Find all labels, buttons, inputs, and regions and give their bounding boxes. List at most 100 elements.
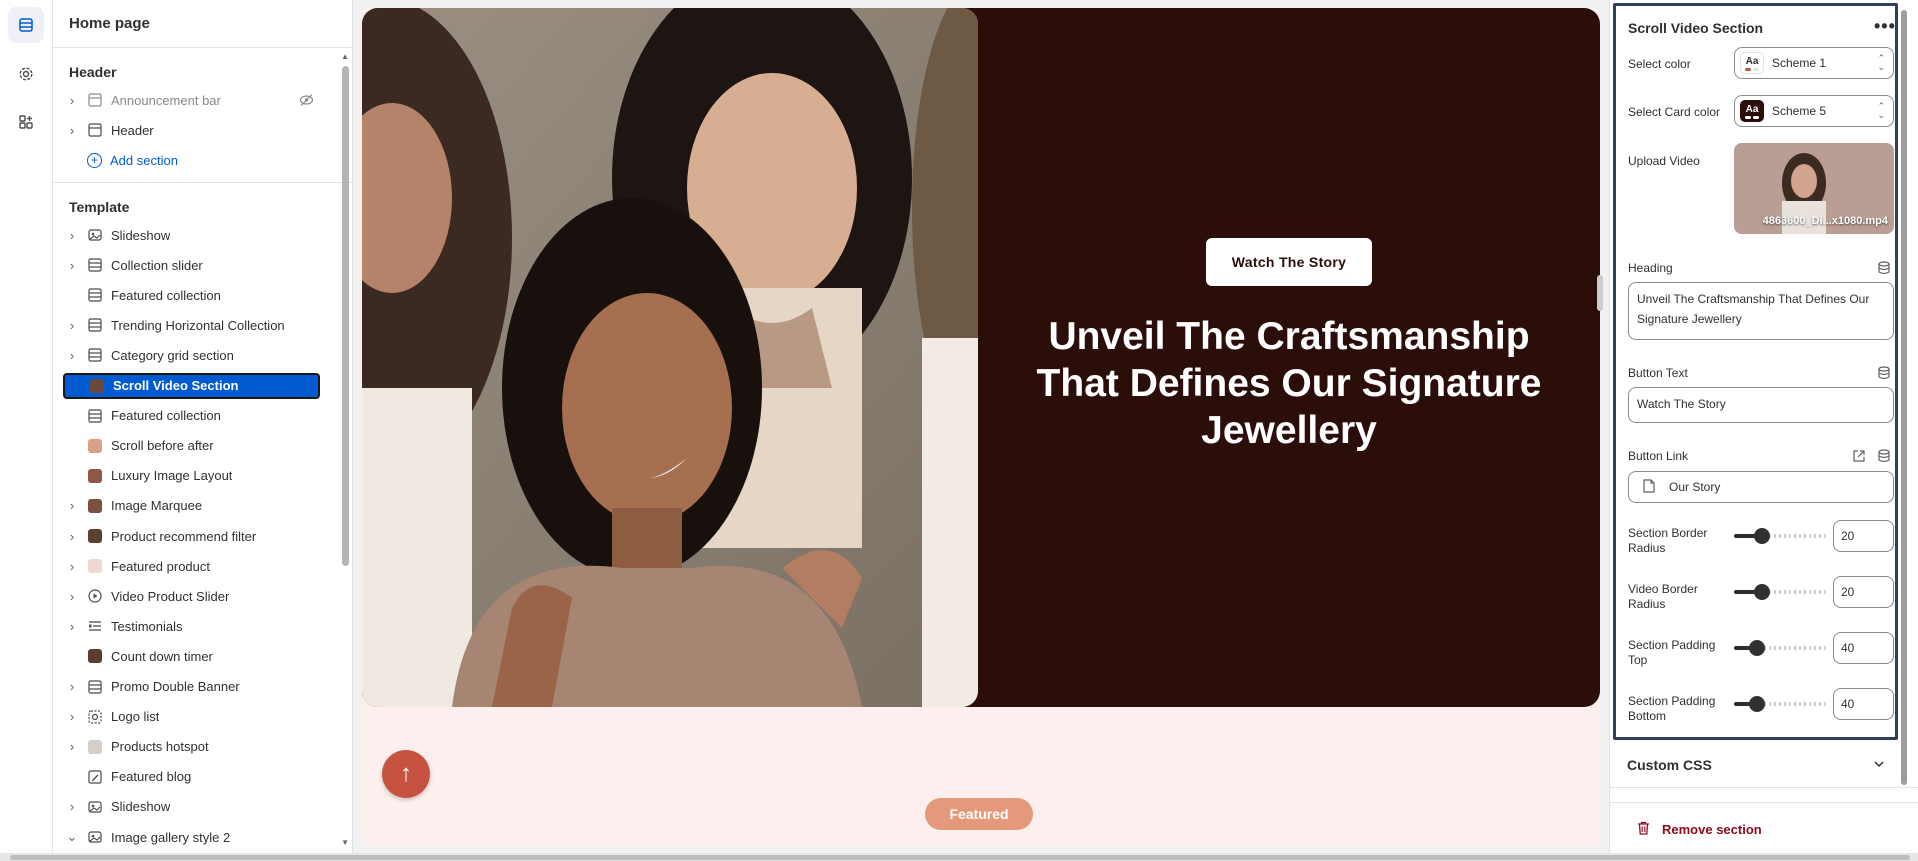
scheme-swatch: Aa bbox=[1740, 52, 1764, 74]
dynamic-source-icon[interactable] bbox=[1877, 449, 1891, 463]
custom-css-toggle[interactable]: Custom CSS bbox=[1627, 757, 1712, 773]
section-icon bbox=[87, 347, 103, 363]
chevron-right-icon[interactable]: › bbox=[63, 619, 81, 634]
chevron-right-icon[interactable]: › bbox=[63, 799, 81, 814]
apps-icon[interactable] bbox=[8, 104, 44, 140]
section-icon bbox=[87, 92, 103, 108]
gear-icon[interactable] bbox=[8, 56, 44, 92]
settings-panel: Scroll Video Section ••• Select color Aa… bbox=[1609, 0, 1918, 853]
button-link-input[interactable]: Our Story bbox=[1628, 471, 1894, 503]
template-section-item[interactable]: Scroll Video Section bbox=[63, 372, 320, 399]
settings-scrollbar[interactable] bbox=[1901, 10, 1907, 785]
scroll-up-icon[interactable]: ▲ bbox=[341, 52, 349, 61]
template-section-item[interactable]: › Video Product Slider bbox=[63, 583, 320, 609]
watch-story-button[interactable]: Watch The Story bbox=[1206, 238, 1372, 286]
template-section-item[interactable]: › Testimonials bbox=[63, 613, 320, 639]
slider-knob[interactable] bbox=[1753, 584, 1770, 600]
slider-knob[interactable] bbox=[1749, 640, 1765, 656]
preview-scroll-handle[interactable] bbox=[1597, 275, 1603, 311]
chevron-right-icon[interactable]: › bbox=[63, 498, 81, 513]
chevron-right-icon[interactable]: › bbox=[63, 123, 81, 138]
section-item-label: Slideshow bbox=[111, 227, 171, 243]
template-section-item[interactable]: › Slideshow bbox=[63, 222, 320, 248]
chevron-right-icon[interactable]: › bbox=[63, 589, 81, 604]
slider-number-input[interactable]: 20 bbox=[1833, 576, 1894, 608]
scroll-down-icon[interactable]: ▼ bbox=[341, 838, 349, 847]
divider bbox=[1610, 787, 1918, 788]
section-item-label: Logo list bbox=[111, 709, 160, 725]
eye-hidden-icon[interactable] bbox=[299, 93, 314, 110]
slider-knob[interactable] bbox=[1749, 696, 1765, 712]
scroll-top-button[interactable]: ↑ bbox=[382, 750, 430, 798]
chevron-right-icon[interactable]: › bbox=[63, 739, 81, 754]
chevron-right-icon[interactable]: › bbox=[63, 228, 81, 243]
theme-editor: Home page Header › Announcement bar › He… bbox=[0, 0, 1918, 861]
template-section-item[interactable]: › Category grid section bbox=[63, 342, 320, 368]
slider-label: Section Border Radius bbox=[1628, 526, 1708, 555]
slider-number-input[interactable]: 40 bbox=[1833, 688, 1894, 720]
template-section-item[interactable]: › Trending Horizontal Collection bbox=[63, 312, 320, 338]
chevron-right-icon[interactable]: › bbox=[63, 679, 81, 694]
slider-label: Video Border Radius bbox=[1628, 582, 1698, 611]
slider-number-input[interactable]: 40 bbox=[1833, 632, 1894, 664]
template-section-item[interactable]: › Products hotspot bbox=[63, 734, 320, 760]
chevron-right-icon[interactable]: › bbox=[63, 529, 81, 544]
remove-section-button[interactable]: Remove section bbox=[1637, 821, 1762, 838]
sections-scrollbar[interactable] bbox=[342, 66, 349, 566]
template-section-item[interactable]: › Product recommend filter bbox=[63, 523, 320, 549]
template-section-item[interactable]: Featured collection bbox=[63, 282, 320, 308]
template-section-item[interactable]: Count down timer bbox=[63, 643, 320, 669]
dynamic-source-icon[interactable] bbox=[1877, 261, 1891, 275]
button-link-label: Button Link bbox=[1628, 449, 1689, 463]
card-color-scheme-select[interactable]: Aa Scheme 5 ⌃ ⌄ bbox=[1734, 95, 1894, 127]
chevron-down-icon[interactable] bbox=[1872, 757, 1886, 776]
more-options-icon[interactable]: ••• bbox=[1874, 16, 1896, 37]
slider-knob[interactable] bbox=[1753, 528, 1770, 544]
play-circle-icon bbox=[87, 588, 103, 604]
template-section-item[interactable]: ⌄ Image gallery style 2 bbox=[63, 824, 320, 850]
template-section-item[interactable]: Featured blog bbox=[63, 764, 320, 790]
link-value: Our Story bbox=[1669, 480, 1721, 494]
template-section-item[interactable]: › Slideshow bbox=[63, 794, 320, 820]
heading-input[interactable]: Unveil The Craftsmanship That Defines Ou… bbox=[1628, 282, 1894, 340]
template-section-item[interactable]: Featured collection bbox=[63, 403, 320, 429]
template-section-item[interactable]: › Image Marquee bbox=[63, 493, 320, 519]
page-title: Home page bbox=[69, 15, 150, 32]
sections-icon[interactable] bbox=[8, 7, 44, 43]
group-title-template: Template bbox=[69, 199, 130, 215]
section-item-label: Featured collection bbox=[111, 408, 221, 424]
section-item-header[interactable]: › Header bbox=[63, 117, 320, 143]
template-section-item[interactable]: › Featured product bbox=[63, 553, 320, 579]
video-thumbnail[interactable]: 4863600_Di...x1080.mp4 bbox=[1734, 143, 1894, 234]
button-text-input[interactable]: Watch The Story bbox=[1628, 387, 1894, 423]
template-section-item[interactable]: › Collection slider bbox=[63, 252, 320, 278]
section-item-label: Scroll before after bbox=[111, 438, 214, 454]
chevron-right-icon[interactable]: › bbox=[63, 93, 81, 108]
section-item-announcement-bar[interactable]: › Announcement bar bbox=[63, 87, 320, 113]
chevron-right-icon[interactable]: › bbox=[63, 709, 81, 724]
chevron-right-icon[interactable]: › bbox=[63, 559, 81, 574]
section-thumbnail-icon bbox=[87, 468, 103, 484]
select-value: Scheme 1 bbox=[1772, 56, 1827, 70]
section-item-label: Count down timer bbox=[111, 648, 213, 664]
template-section-item[interactable]: Luxury Image Layout bbox=[63, 463, 320, 489]
external-link-icon[interactable] bbox=[1852, 449, 1866, 468]
section-item-label: Collection slider bbox=[111, 257, 203, 273]
chevron-right-icon[interactable]: › bbox=[63, 318, 81, 333]
chevron-right-icon[interactable]: › bbox=[63, 348, 81, 363]
range-slider[interactable] bbox=[1734, 640, 1826, 656]
range-slider[interactable] bbox=[1734, 584, 1826, 600]
chevron-right-icon[interactable]: › bbox=[63, 258, 81, 273]
dynamic-source-icon[interactable] bbox=[1877, 366, 1891, 380]
template-section-item[interactable]: › Logo list bbox=[63, 704, 320, 730]
horizontal-scrollbar[interactable] bbox=[10, 855, 1910, 860]
template-section-item[interactable]: Scroll before after bbox=[63, 433, 320, 459]
template-section-item[interactable]: › Promo Double Banner bbox=[63, 674, 320, 700]
range-slider[interactable] bbox=[1734, 696, 1826, 712]
add-section-button[interactable]: + Add section bbox=[87, 148, 178, 172]
slider-number-input[interactable]: 20 bbox=[1833, 520, 1894, 552]
chevron-down-icon[interactable]: ⌄ bbox=[63, 829, 81, 845]
add-section-label: Add section bbox=[110, 152, 178, 168]
color-scheme-select[interactable]: Aa Scheme 1 ⌃ ⌄ bbox=[1734, 47, 1894, 79]
range-slider[interactable] bbox=[1734, 528, 1826, 544]
